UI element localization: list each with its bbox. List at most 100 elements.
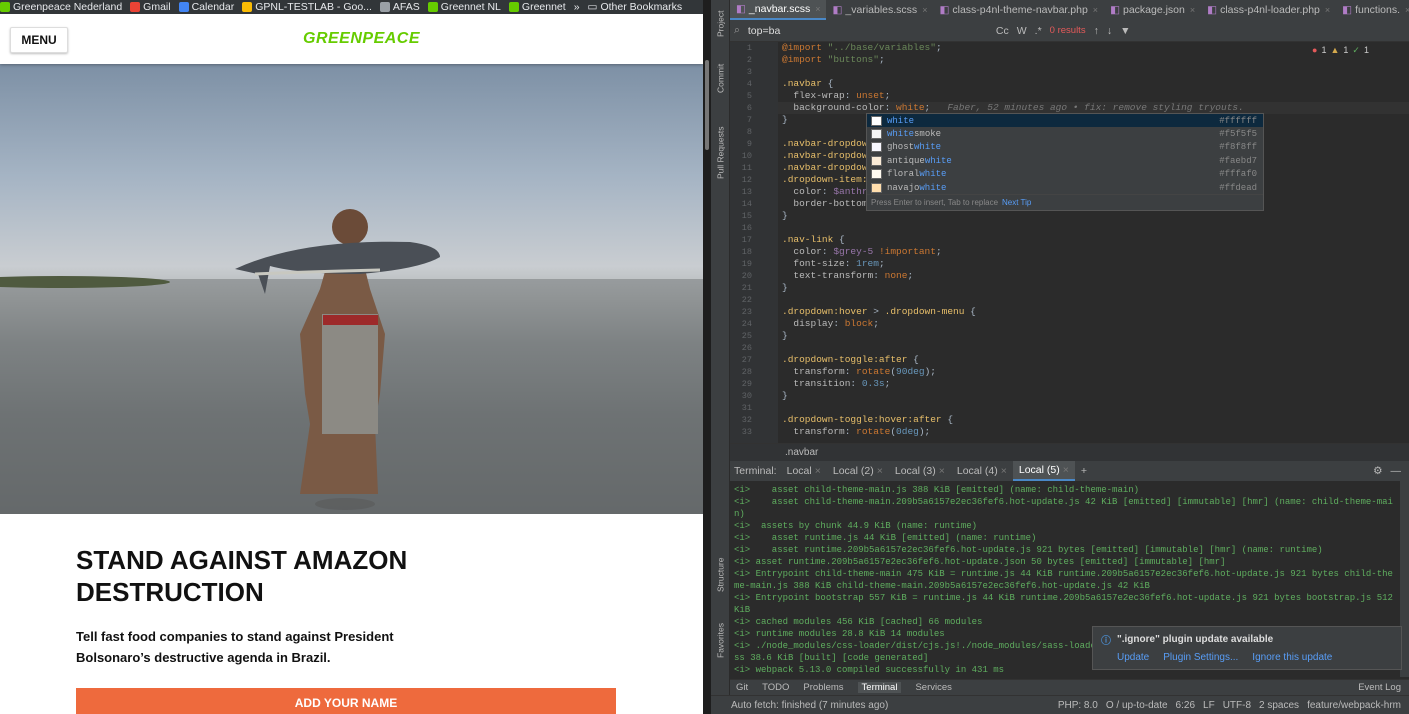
close-tab-icon[interactable]: × (1190, 5, 1195, 15)
match-case-toggle[interactable]: Cc (996, 25, 1009, 37)
code-line[interactable]: transform: rotate(90deg); (778, 366, 1409, 378)
close-tab-icon[interactable]: × (939, 465, 945, 477)
breadcrumb-item[interactable]: .navbar (785, 447, 818, 458)
terminal-tab[interactable]: Local × (781, 461, 827, 481)
terminal-tab[interactable]: Local (3) × (889, 461, 951, 481)
close-tab-icon[interactable]: × (1325, 5, 1330, 15)
window-divider[interactable] (703, 0, 711, 714)
tab-commit[interactable]: Commit (711, 58, 730, 98)
editor-tab[interactable]: ◧ class-p4nl-theme-navbar.php × (933, 0, 1104, 20)
breadcrumb[interactable]: .navbar (730, 443, 1409, 461)
code-line[interactable]: display: block; (778, 318, 1409, 330)
code-line[interactable]: } (778, 330, 1409, 342)
minimize-icon[interactable]: — (1391, 465, 1402, 477)
terminal-tab[interactable]: Local (5) × (1012, 461, 1075, 481)
close-tab-icon[interactable]: × (1001, 465, 1007, 477)
code-line[interactable] (778, 222, 1409, 234)
code-line[interactable] (778, 294, 1409, 306)
editor-tab[interactable]: ◧ package.json × (1104, 0, 1201, 20)
filter-icon[interactable]: ▼ (1120, 25, 1130, 37)
editor-tab[interactable]: ◧ functions. × (1336, 0, 1409, 20)
tool-tab-todo[interactable]: TODO (762, 682, 789, 693)
close-tab-icon[interactable]: × (1405, 5, 1409, 15)
inspection-widget[interactable]: ● 1 ▲ 1 ✓ 1 (1312, 45, 1369, 56)
gear-icon[interactable]: ⚙ (1373, 465, 1382, 477)
php-version[interactable]: PHP: 8.0 (1058, 700, 1098, 711)
code-line[interactable]: } (778, 390, 1409, 402)
code-line[interactable]: flex-wrap: unset; (778, 90, 1409, 102)
close-tab-icon[interactable]: × (1093, 5, 1098, 15)
code-line[interactable]: .nav-link { (778, 234, 1409, 246)
update-link[interactable]: Update (1117, 652, 1149, 663)
autocomplete-item[interactable]: white #ffffff (867, 114, 1263, 128)
code-line[interactable]: transform: rotate(0deg); (778, 426, 1409, 438)
code-line[interactable]: transition: 0.3s; (778, 378, 1409, 390)
other-bookmarks[interactable]: ▭ Other Bookmarks (588, 0, 683, 14)
line-ending[interactable]: LF (1203, 700, 1215, 711)
tab-project[interactable]: Project (711, 4, 730, 44)
tab-pull-requests[interactable]: Pull Requests (711, 118, 730, 188)
next-tip-link[interactable]: Next Tip (1002, 198, 1031, 207)
next-match-icon[interactable]: ↓ (1107, 25, 1112, 37)
words-toggle[interactable]: W (1017, 25, 1027, 37)
bookmark-item[interactable]: Greennet (508, 0, 566, 14)
code-editor[interactable]: @import "../base/variables"; @import "but… (778, 42, 1409, 443)
tool-tab-terminal[interactable]: Terminal (857, 682, 902, 693)
code-line[interactable]: text-transform: none; (778, 270, 1409, 282)
tool-tab-services[interactable]: Services (915, 682, 951, 693)
autocomplete-item[interactable]: antiquewhite #faebd7 (867, 154, 1263, 167)
code-line[interactable]: .dropdown-toggle:hover:after { (778, 414, 1409, 426)
prev-match-icon[interactable]: ↑ (1094, 25, 1099, 37)
close-tab-icon[interactable]: × (1063, 464, 1069, 476)
code-line[interactable] (778, 342, 1409, 354)
code-line[interactable]: .navbar { (778, 78, 1409, 90)
autocomplete-item[interactable]: ghostwhite #f8f8ff (867, 141, 1263, 154)
code-line[interactable]: color: $grey-5 !important; (778, 246, 1409, 258)
new-terminal-icon[interactable]: + (1081, 465, 1087, 477)
code-line[interactable] (778, 402, 1409, 414)
tab-favorites[interactable]: Favorites (711, 616, 730, 666)
autocomplete-item[interactable]: whitesmoke #f5f5f5 (867, 127, 1263, 140)
encoding[interactable]: UTF-8 (1223, 700, 1251, 711)
status-message[interactable]: Auto fetch: finished (7 minutes ago) (731, 700, 888, 711)
greenpeace-logo[interactable]: GREENPEACE (303, 30, 420, 48)
tool-tab-git[interactable]: Git (736, 682, 748, 693)
regex-toggle[interactable]: .* (1035, 25, 1042, 37)
bookmark-item[interactable]: AFAS (379, 0, 420, 14)
code-line[interactable]: .dropdown-toggle:after { (778, 354, 1409, 366)
vcs-status[interactable]: O / up-to-date (1106, 700, 1168, 711)
event-log-button[interactable]: Event Log (1358, 682, 1401, 693)
code-line[interactable] (778, 66, 1409, 78)
divider-grip[interactable] (705, 60, 709, 150)
menu-button[interactable]: MENU (10, 27, 68, 53)
close-tab-icon[interactable]: × (815, 465, 821, 477)
git-branch[interactable]: feature/webpack-hrm (1307, 700, 1401, 711)
cursor-position[interactable]: 6:26 (1176, 700, 1195, 711)
terminal-tab[interactable]: Local (4) × (951, 461, 1013, 481)
code-line[interactable]: } (778, 210, 1409, 222)
code-line[interactable]: .dropdown:hover > .dropdown-menu { (778, 306, 1409, 318)
plugin-settings-link[interactable]: Plugin Settings... (1163, 652, 1238, 663)
terminal-tab[interactable]: Local (2) × (827, 461, 889, 481)
bookmark-item[interactable]: GPNL-TESTLAB - Goo... (242, 0, 372, 14)
code-line[interactable]: } (778, 282, 1409, 294)
editor-tab[interactable]: ◧ _variables.scss × (826, 0, 933, 20)
bookmarks-overflow-icon[interactable]: » (574, 1, 580, 13)
bookmark-item[interactable]: Greenpeace Nederland (0, 0, 122, 14)
close-tab-icon[interactable]: × (877, 465, 883, 477)
bookmark-item[interactable]: Greennet NL (427, 0, 501, 14)
editor-tab[interactable]: ◧ _navbar.scss × (730, 0, 827, 20)
bookmark-item[interactable]: Gmail (130, 0, 171, 14)
editor-tab[interactable]: ◧ class-p4nl-loader.php × (1201, 0, 1336, 20)
add-your-name-button[interactable]: ADD YOUR NAME (76, 688, 616, 714)
autocomplete-item[interactable]: navajowhite #ffdead (867, 181, 1263, 194)
close-tab-icon[interactable]: × (922, 5, 927, 15)
tab-structure[interactable]: Structure (711, 550, 730, 600)
indent[interactable]: 2 spaces (1259, 700, 1299, 711)
code-line[interactable]: font-size: 1rem; (778, 258, 1409, 270)
tool-tab-problems[interactable]: Problems (803, 682, 843, 693)
find-input[interactable] (747, 22, 988, 39)
bookmark-item[interactable]: Calendar (178, 0, 234, 14)
ignore-update-link[interactable]: Ignore this update (1252, 652, 1332, 663)
autocomplete-item[interactable]: floralwhite #fffaf0 (867, 168, 1263, 181)
